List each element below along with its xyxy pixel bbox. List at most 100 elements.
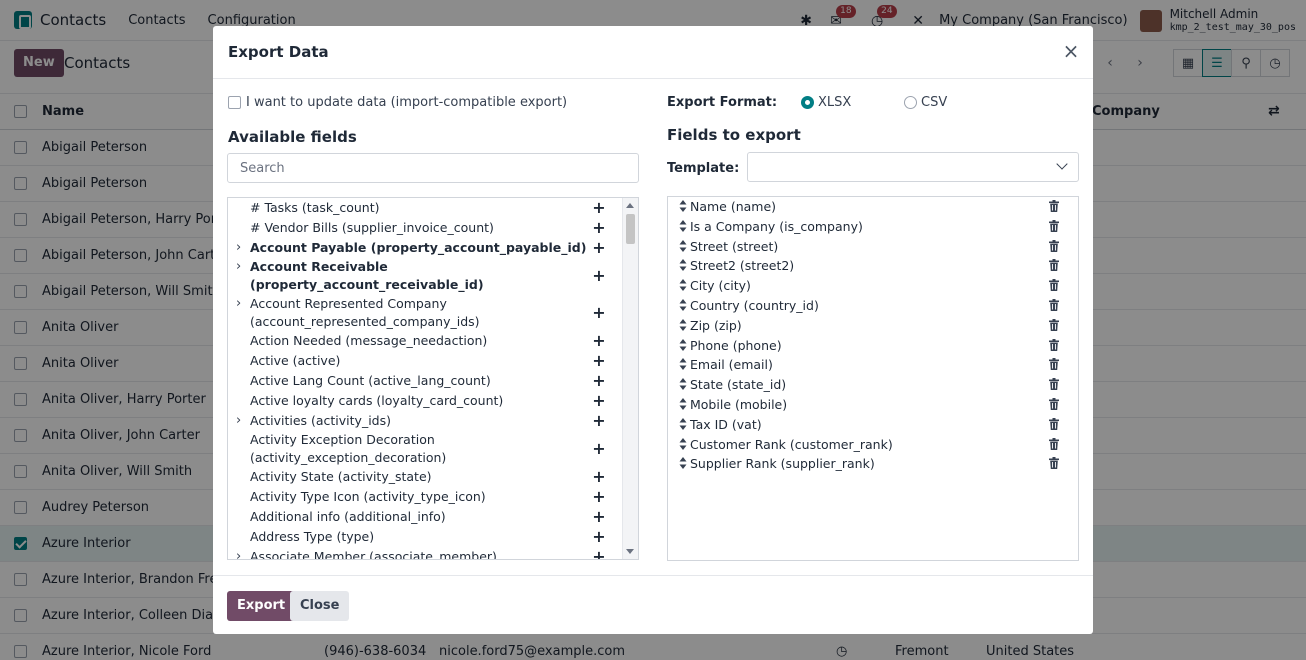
export-field-item[interactable]: Street2 (street2) (668, 256, 1078, 275)
chevron-right-icon[interactable]: › (236, 258, 248, 276)
add-field-icon[interactable]: + (592, 238, 606, 257)
export-field-item[interactable]: Email (email) (668, 355, 1078, 374)
scroll-up-arrow-icon[interactable] (626, 203, 634, 208)
available-field-label: Associate Member (associate_member) (250, 548, 497, 560)
add-field-icon[interactable]: + (592, 488, 606, 506)
drag-handle-icon[interactable] (679, 258, 687, 272)
format-csv-radio[interactable] (904, 96, 917, 109)
export-field-item[interactable]: Is a Company (is_company) (668, 217, 1078, 236)
drag-handle-icon[interactable] (679, 456, 687, 470)
template-label: Template: (667, 161, 740, 176)
format-csv-label[interactable]: CSV (921, 95, 947, 110)
add-field-icon[interactable]: + (592, 352, 606, 370)
export-field-label: Name (name) (690, 199, 777, 214)
drag-handle-icon[interactable] (679, 278, 687, 292)
add-field-icon[interactable]: + (592, 372, 606, 390)
drag-handle-icon[interactable] (679, 437, 687, 451)
add-field-icon[interactable]: + (592, 508, 606, 526)
available-field-item[interactable]: › Account Receivable (property_account_re… (228, 258, 624, 295)
available-field-item[interactable]: Activity State (activity_state) + (228, 468, 624, 488)
available-field-label: Activity State (activity_state) (250, 469, 432, 485)
add-field-icon[interactable]: + (592, 391, 606, 410)
drag-handle-icon[interactable] (679, 377, 687, 391)
trash-icon[interactable] (1049, 279, 1059, 292)
trash-icon[interactable] (1049, 378, 1059, 391)
import-compatible-label[interactable]: I want to update data (import-compatible… (246, 95, 567, 110)
export-field-item[interactable]: Supplier Rank (supplier_rank) (668, 454, 1078, 473)
export-field-label: Street2 (street2) (690, 258, 795, 274)
trash-icon[interactable] (1049, 457, 1059, 470)
available-field-item[interactable]: Active loyalty cards (loyalty_card_count… (228, 391, 624, 412)
available-field-item[interactable]: Activity Exception Decoration (activity_… (228, 431, 624, 468)
drag-handle-icon[interactable] (679, 338, 687, 352)
available-field-item[interactable]: Action Needed (message_needaction) + (228, 332, 624, 352)
available-field-item[interactable]: › Activities (activity_ids) + (228, 411, 624, 432)
available-field-item[interactable]: › Account Represented Company (account_re… (228, 295, 624, 332)
add-field-icon[interactable]: + (592, 332, 606, 350)
drag-handle-icon[interactable] (679, 318, 687, 332)
available-fields-scrollbar[interactable] (622, 198, 638, 559)
available-field-item[interactable]: › Associate Member (associate_member) + (228, 547, 624, 560)
trash-icon[interactable] (1049, 338, 1059, 351)
scroll-thumb[interactable] (626, 214, 635, 244)
available-field-item[interactable]: Address Type (type) + (228, 527, 624, 548)
format-xlsx-label[interactable]: XLSX (818, 95, 851, 110)
export-field-item[interactable]: Phone (phone) (668, 336, 1078, 355)
trash-icon[interactable] (1049, 358, 1059, 371)
trash-icon[interactable] (1049, 318, 1059, 331)
add-field-icon[interactable]: + (592, 304, 606, 322)
add-field-icon[interactable]: + (592, 527, 606, 546)
trash-icon[interactable] (1049, 299, 1059, 311)
import-compatible-checkbox[interactable] (228, 96, 241, 109)
add-field-icon[interactable]: + (592, 411, 606, 430)
available-field-item[interactable]: Active Lang Count (active_lang_count) + (228, 372, 624, 392)
trash-icon[interactable] (1049, 259, 1059, 272)
template-select[interactable] (747, 152, 1079, 182)
format-xlsx-radio[interactable] (801, 96, 814, 109)
export-field-item[interactable]: Country (country_id) (668, 296, 1078, 315)
add-field-icon[interactable]: + (592, 440, 606, 458)
export-field-item[interactable]: State (state_id) (668, 375, 1078, 394)
close-button[interactable]: Close (290, 591, 350, 621)
drag-handle-icon[interactable] (679, 219, 687, 233)
chevron-right-icon[interactable]: › (236, 239, 248, 257)
chevron-right-icon[interactable]: › (236, 295, 248, 313)
export-field-item[interactable]: Name (name) (668, 197, 1078, 216)
drag-handle-icon[interactable] (679, 298, 687, 312)
export-field-item[interactable]: Customer Rank (customer_rank) (668, 435, 1078, 454)
drag-handle-icon[interactable] (679, 417, 687, 431)
available-field-item[interactable]: Activity Type Icon (activity_type_icon) + (228, 488, 624, 508)
trash-icon[interactable] (1049, 437, 1059, 450)
add-field-icon[interactable]: + (592, 267, 606, 285)
drag-handle-icon[interactable] (679, 239, 687, 253)
export-button[interactable]: Export (227, 591, 296, 621)
available-field-item[interactable]: # Tasks (task_count) + (228, 199, 624, 219)
drag-handle-icon[interactable] (679, 397, 687, 411)
trash-icon[interactable] (1049, 219, 1059, 232)
trash-icon[interactable] (1049, 239, 1059, 252)
export-field-label: Supplier Rank (supplier_rank) (690, 456, 875, 472)
add-field-icon[interactable]: + (592, 218, 606, 237)
export-field-item[interactable]: City (city) (668, 276, 1078, 295)
drag-handle-icon[interactable] (679, 357, 687, 371)
trash-icon[interactable] (1049, 200, 1059, 212)
available-field-item[interactable]: › Account Payable (property_account_payab… (228, 238, 624, 259)
trash-icon[interactable] (1049, 417, 1059, 430)
available-field-item[interactable]: Active (active) + (228, 352, 624, 372)
scroll-down-arrow-icon[interactable] (626, 549, 634, 554)
add-field-icon[interactable]: + (592, 547, 606, 559)
available-field-item[interactable]: Additional info (additional_info) + (228, 508, 624, 528)
export-field-item[interactable]: Street (street) (668, 237, 1078, 256)
add-field-icon[interactable]: + (592, 468, 606, 486)
available-field-item[interactable]: # Vendor Bills (supplier_invoice_count) + (228, 218, 624, 239)
drag-handle-icon[interactable] (679, 199, 687, 213)
add-field-icon[interactable]: + (592, 199, 606, 217)
chevron-right-icon[interactable]: › (236, 548, 248, 559)
export-field-item[interactable]: Zip (zip) (668, 316, 1078, 335)
export-field-item[interactable]: Tax ID (vat) (668, 415, 1078, 434)
chevron-right-icon[interactable]: › (236, 412, 248, 430)
trash-icon[interactable] (1049, 398, 1059, 410)
export-field-item[interactable]: Mobile (mobile) (668, 395, 1078, 414)
field-search-input[interactable] (227, 153, 639, 183)
close-icon[interactable]: × (1061, 41, 1081, 61)
